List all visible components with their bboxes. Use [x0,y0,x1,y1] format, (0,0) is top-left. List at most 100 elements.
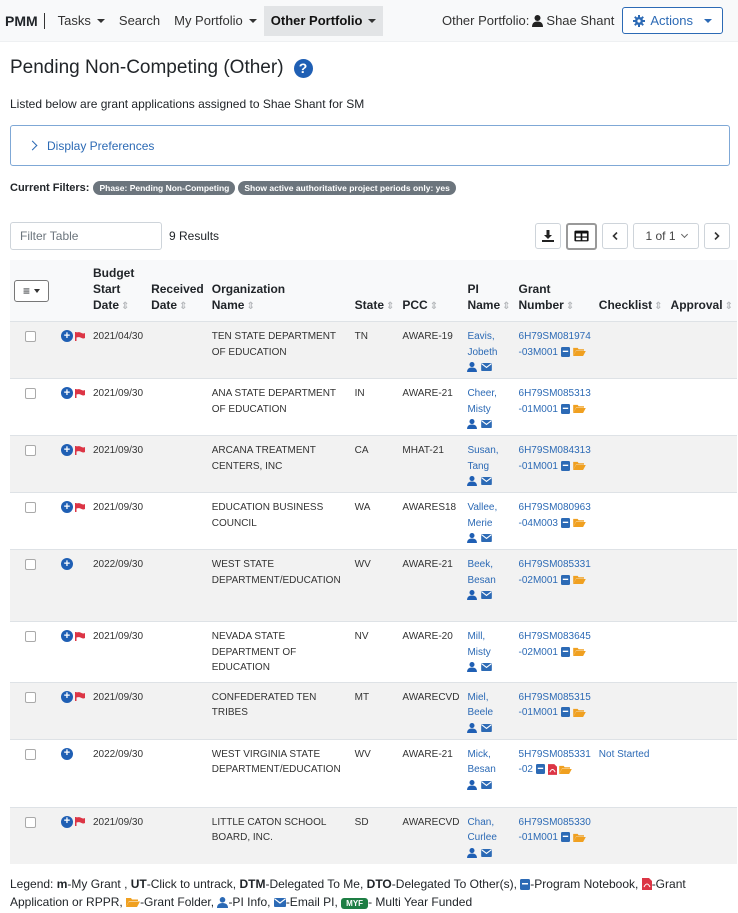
prev-page-button[interactable] [602,223,628,249]
pi-info-icon[interactable] [467,362,478,372]
row-checkbox[interactable] [25,559,36,570]
flag-icon[interactable] [75,502,85,512]
sort-icon[interactable]: ⇕ [386,301,394,312]
flag-icon[interactable] [75,631,85,641]
program-notebook-icon[interactable] [560,574,570,585]
grant-folder-icon[interactable] [572,647,586,657]
email-pi-icon[interactable] [481,591,493,599]
column-header-budget_start[interactable]: Budget Start Date ⇕ [89,260,148,322]
column-toggle-button[interactable] [566,222,597,250]
row-checkbox[interactable] [25,816,36,828]
actions-dropdown-button[interactable]: Actions [622,7,723,34]
nav-search[interactable]: Search [112,7,167,35]
pi-info-icon[interactable] [467,722,478,733]
row-checkbox[interactable] [25,631,36,642]
filter-table-input[interactable] [10,222,162,250]
column-header-grant[interactable]: Grant Number ⇕ [514,260,595,322]
plus-circle-icon[interactable]: + [61,501,73,514]
email-pi-icon[interactable] [481,420,493,428]
flag-icon[interactable] [75,445,85,455]
plus-circle-icon[interactable]: + [61,330,73,343]
email-pi-icon[interactable] [481,477,493,485]
grant-folder-icon[interactable] [572,575,586,585]
program-notebook-icon[interactable] [560,517,570,528]
nav-my-portfolio[interactable]: My Portfolio [167,7,264,35]
pi-name-link[interactable]: Mick, Besan [467,749,495,776]
grant-folder-icon[interactable] [572,708,586,717]
row-checkbox[interactable] [25,331,36,342]
display-preferences-toggle[interactable]: Display Preferences [10,125,730,166]
sort-icon[interactable]: ⇕ [725,301,733,312]
pi-name-link[interactable]: Susan, Tang [467,445,498,472]
plus-circle-icon[interactable]: + [61,387,73,400]
email-pi-icon[interactable] [481,848,493,857]
column-header-pi[interactable]: PI Name ⇕ [463,260,515,322]
pi-name-link[interactable]: Mill, Misty [467,631,490,658]
pi-name-link[interactable]: Beek, Besan [467,559,495,586]
sort-icon[interactable]: ⇕ [502,301,510,312]
program-notebook-icon[interactable] [560,832,570,843]
grant-number-suffix-link[interactable]: -01M001 [519,707,558,718]
pi-info-icon[interactable] [467,847,478,858]
grant-number-suffix-link[interactable]: -02 [519,764,533,775]
grant-number-link[interactable]: 6H79SM085330 [519,817,591,828]
grant-number-link[interactable]: 6H79SM083645 [519,631,591,642]
nav-other-portfolio[interactable]: Other Portfolio [263,5,384,36]
column-header-pcc[interactable]: PCC ⇕ [398,260,464,322]
sort-icon[interactable]: ⇕ [121,301,129,312]
question-circle-icon[interactable]: ? [293,58,313,78]
flag-icon[interactable] [75,388,85,398]
grant-folder-icon[interactable] [572,518,586,528]
plus-circle-icon[interactable]: + [61,444,73,457]
grant-number-link[interactable]: 6H79SM085331 [519,559,591,570]
program-notebook-icon[interactable] [535,764,545,775]
plus-circle-icon[interactable]: + [61,690,73,703]
grant-number-link[interactable]: 6H79SM081974 [519,331,591,342]
grant-number-link[interactable]: 6H79SM080963 [519,502,591,513]
row-checkbox[interactable] [25,691,36,703]
plus-circle-icon[interactable]: + [61,815,73,828]
row-checkbox[interactable] [25,445,36,456]
page-select[interactable]: 1 of 1 [633,223,699,249]
grant-folder-icon[interactable] [572,461,586,471]
column-header-checklist[interactable]: Checklist ⇕ [594,260,667,322]
plus-circle-icon[interactable]: + [61,747,73,760]
email-pi-icon[interactable] [481,363,493,371]
program-notebook-icon[interactable] [560,707,570,718]
grant-number-suffix-link[interactable]: -01M001 [519,404,558,415]
grant-number-suffix-link[interactable]: -02M001 [519,575,558,586]
sort-icon[interactable]: ⇕ [566,301,574,312]
flag-icon[interactable] [75,331,85,341]
flag-icon[interactable] [75,692,85,702]
pi-name-link[interactable]: Eavis, Jobeth [467,331,497,358]
grant-number-link[interactable]: 6H79SM085313 [519,388,591,399]
grant-folder-icon[interactable] [572,347,586,357]
grant-number-suffix-link[interactable]: -03M001 [519,347,558,358]
grant-number-suffix-link[interactable]: -01M001 [519,461,558,472]
row-actions-menu-button[interactable]: ≡ [14,280,49,302]
grant-folder-icon[interactable] [572,404,586,414]
grant-number-suffix-link[interactable]: -04M003 [519,518,558,529]
column-header-org[interactable]: Organization Name ⇕ [207,260,351,322]
grant-folder-icon[interactable] [559,765,573,774]
nav-tasks[interactable]: Tasks [51,7,112,35]
grant-number-suffix-link[interactable]: -01M001 [519,832,558,843]
pi-info-icon[interactable] [467,419,478,429]
row-checkbox[interactable] [25,748,36,760]
next-page-button[interactable] [704,223,730,249]
program-notebook-icon[interactable] [560,346,570,357]
program-notebook-icon[interactable] [560,646,570,657]
pdf-file-icon[interactable] [547,763,557,775]
brand-logo[interactable]: PMM [5,12,45,29]
pi-info-icon[interactable] [467,476,478,486]
flag-icon[interactable] [75,817,85,827]
program-notebook-icon[interactable] [560,460,570,471]
column-header-approval[interactable]: Approval ⇕ [666,260,737,322]
row-checkbox[interactable] [25,502,36,513]
plus-circle-icon[interactable]: + [61,630,73,643]
pi-name-link[interactable]: Chan, Curlee [467,817,496,844]
grant-number-link[interactable]: 6H79SM085315 [519,692,591,703]
sort-icon[interactable]: ⇕ [430,301,438,312]
pi-name-link[interactable]: Cheer, Misty [467,388,496,415]
download-button[interactable] [535,223,561,249]
